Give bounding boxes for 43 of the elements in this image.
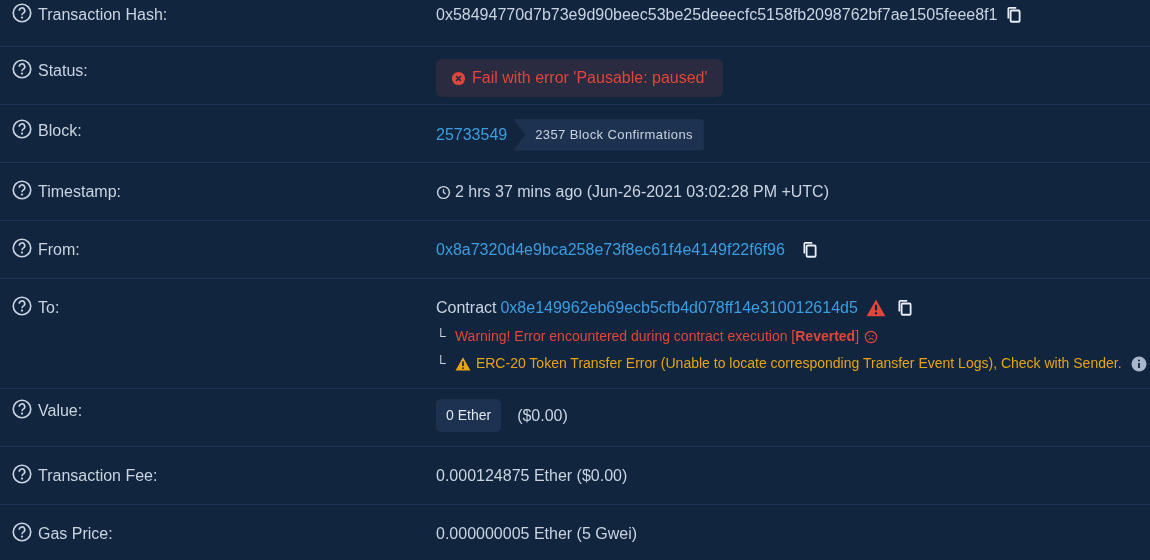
error-message: Warning! Error encountered during contract execution [Reverted] [454, 327, 860, 346]
field-value: 0.000000005 Ether (5 Gwei) [436, 524, 637, 544]
transaction-hash: 0x58494770d7b73e9d90beec53be25deeecfc5158fb2098762bf7ae1505feee8f1 [436, 5, 998, 25]
field-label: Transaction Hash: [38, 5, 168, 25]
block-link[interactable]: 25733549 [436, 122, 508, 147]
field-value: 0.000124875 Ether ($0.00) [436, 466, 628, 486]
status-text: Fail with error 'Pausable: paused' [472, 68, 708, 88]
confirmations-badge: 2357 Block Confirmations [513, 119, 704, 151]
contract-link[interactable]: 0x8e149962eb69ecb5cfb4d078ff14e310012614d5 [500, 296, 858, 320]
branch-mark: └ [436, 327, 446, 346]
help-icon[interactable] [12, 119, 32, 139]
warning-icon [865, 298, 886, 318]
field-label: Gas Price: [38, 524, 113, 544]
help-icon[interactable] [12, 399, 32, 419]
field-label: Block: [38, 121, 82, 141]
field-label: Timestamp: [38, 182, 121, 202]
field-label: Transaction Fee: [38, 466, 158, 486]
help-icon[interactable] [12, 59, 32, 79]
sad-face-icon [864, 329, 879, 344]
field-label: Value: [38, 401, 83, 421]
info-icon[interactable] [1130, 355, 1147, 372]
field-label: To: [38, 298, 60, 318]
copy-icon[interactable] [895, 299, 914, 317]
help-icon[interactable] [12, 464, 32, 484]
value-badge: 0 Ether [436, 399, 502, 432]
field-label: From: [38, 240, 80, 260]
help-icon[interactable] [12, 180, 32, 200]
copy-icon[interactable] [800, 241, 819, 259]
usd-value: ($0.00) [517, 405, 568, 426]
warning-message: ERC-20 Token Transfer Error (Unable to locate corresponding Transfer Event Logs), Check with Sender. [475, 354, 1122, 373]
help-icon[interactable] [12, 3, 32, 23]
timestamp-text: 2 hrs 37 mins ago (Jun-26-2021 03:02:28 PM +UTC) [455, 182, 829, 202]
error-icon [451, 70, 466, 86]
branch-mark: └ [436, 354, 446, 373]
address-link[interactable]: 0x8a7320d4e9bca258e73f8ec61f4e4149f22f6f96 [436, 238, 785, 262]
contract-label: Contract [436, 298, 497, 318]
help-icon[interactable] [12, 238, 32, 258]
warning-icon [454, 355, 471, 372]
field-label: Status: [38, 61, 88, 81]
help-icon[interactable] [12, 296, 32, 316]
clock-icon [436, 184, 451, 200]
copy-icon[interactable] [1005, 6, 1024, 24]
help-icon[interactable] [12, 522, 32, 542]
